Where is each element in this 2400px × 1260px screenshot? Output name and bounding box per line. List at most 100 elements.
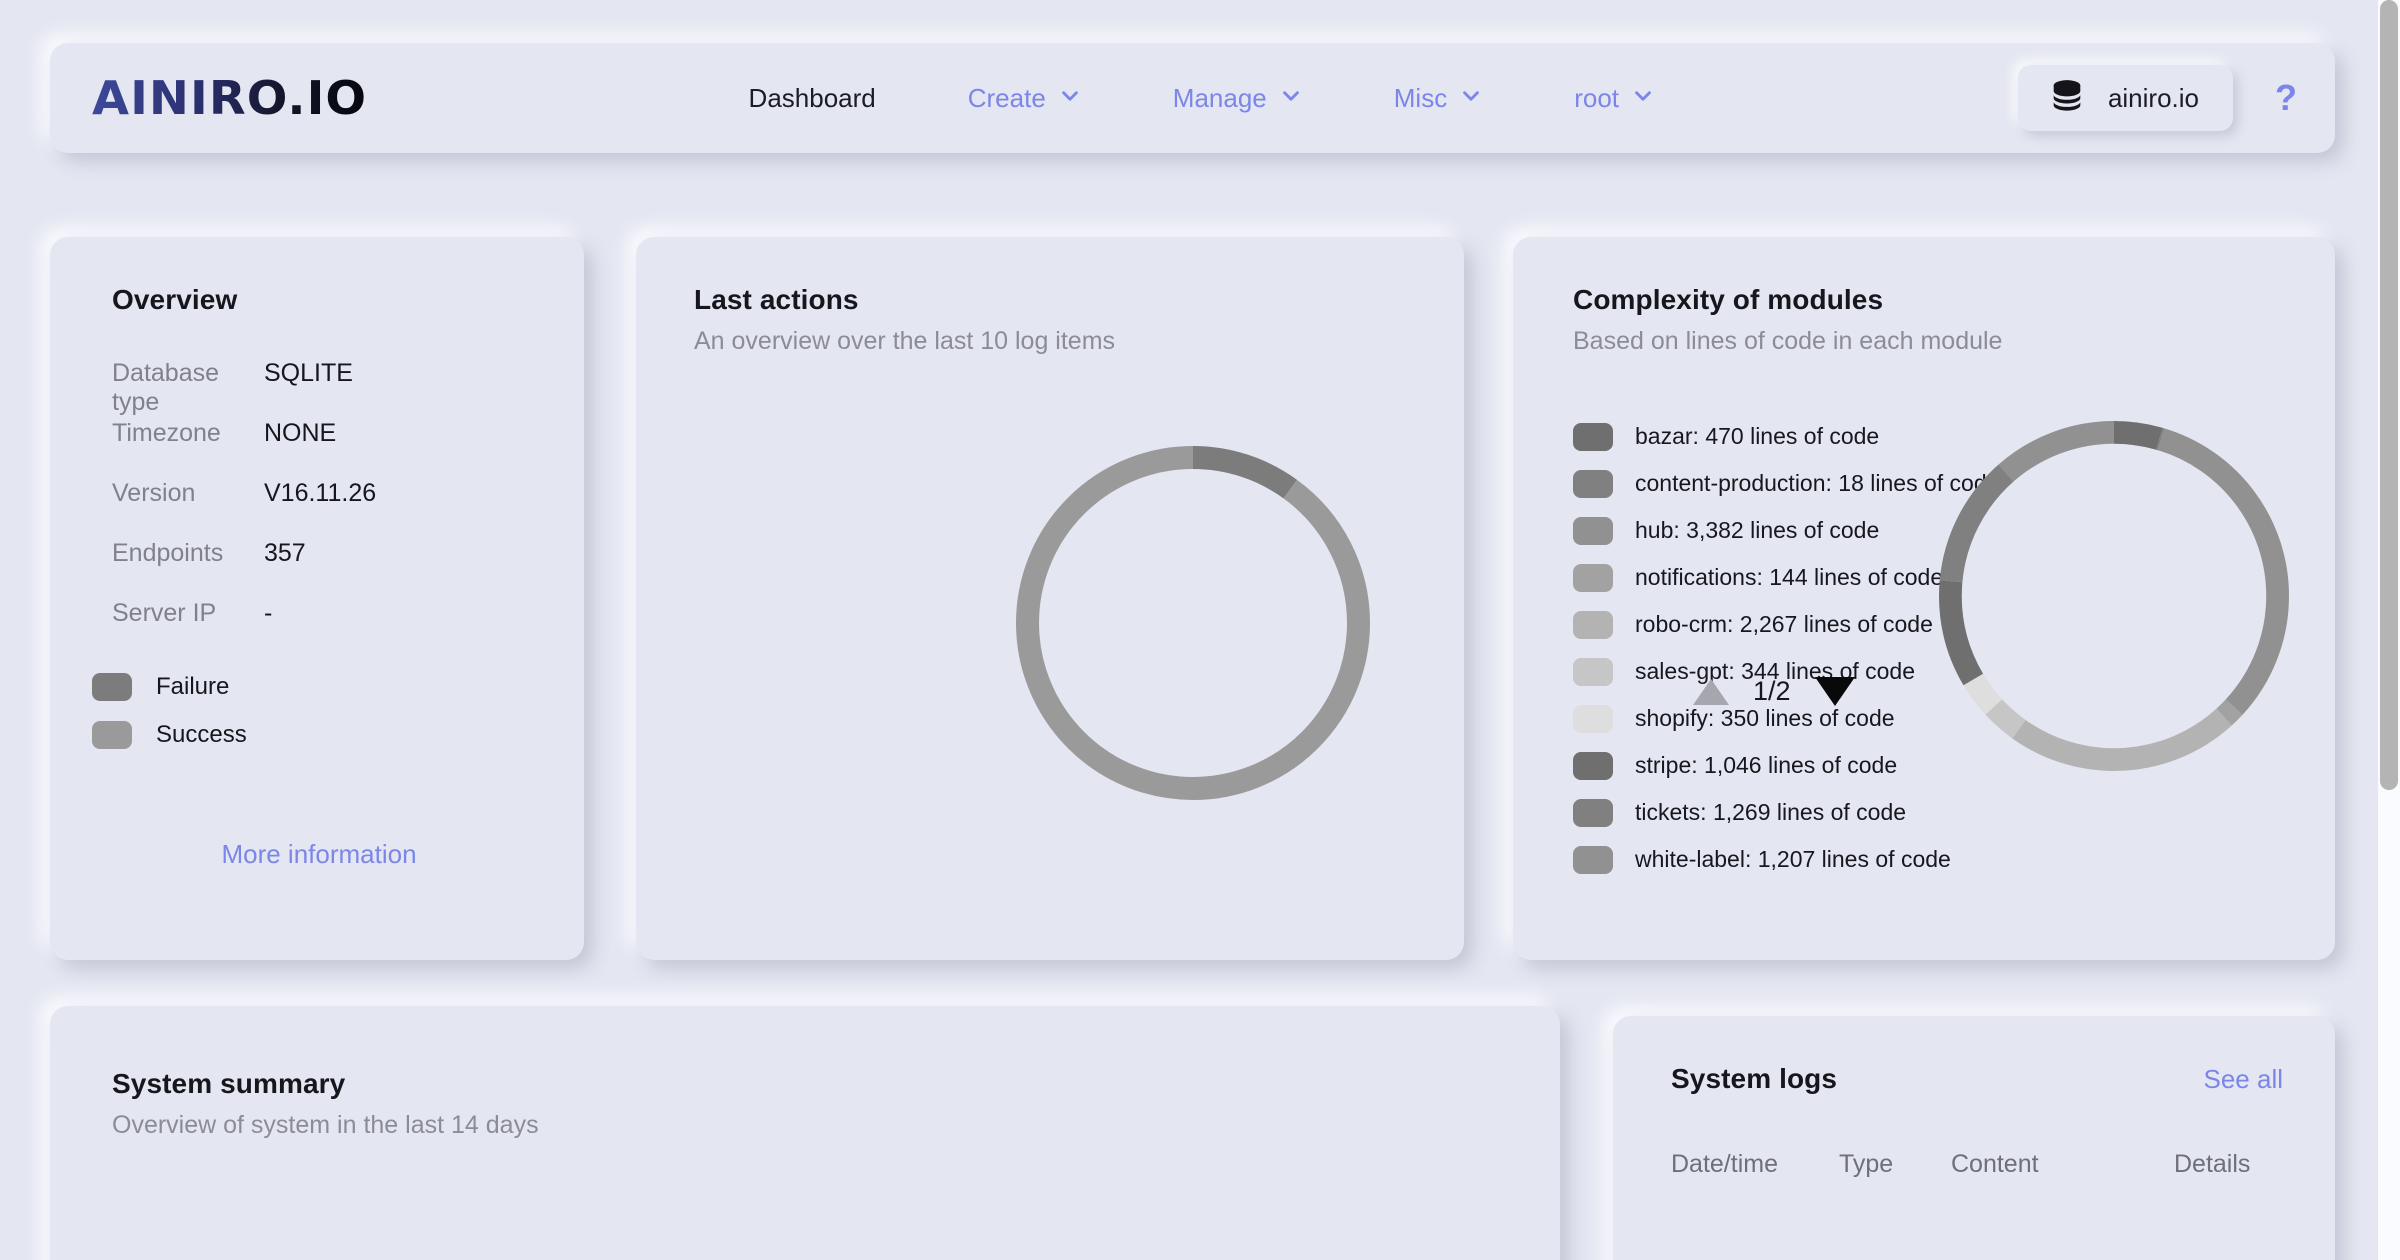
legend-item[interactable]: tickets: 1,269 lines of code — [1573, 789, 1993, 836]
top-navbar: AINIRO.IO Dashboard Create Manage Misc — [50, 43, 2335, 153]
column-header-type[interactable]: Type — [1839, 1150, 1951, 1179]
last-actions-subtitle: An overview over the last 10 log items — [694, 327, 1464, 356]
nav-label-manage: Manage — [1173, 83, 1267, 114]
legend-item[interactable]: Failure — [92, 663, 247, 711]
chevron-down-icon — [1059, 85, 1081, 107]
overview-value: SQLITE — [264, 359, 353, 388]
database-selector-button[interactable]: ainiro.io — [2018, 65, 2233, 131]
legend-item[interactable]: content-production: 18 lines of code — [1573, 460, 1993, 507]
chevron-down-icon — [1632, 85, 1654, 107]
overview-row: Endpoints 357 — [112, 539, 526, 599]
overview-key: Database type — [112, 359, 264, 417]
last-actions-legend: Failure Success — [92, 663, 247, 759]
nav-label-root: root — [1574, 83, 1619, 114]
legend-item[interactable]: notifications: 144 lines of code — [1573, 554, 1993, 601]
last-actions-chart-area: Failure Success — [694, 356, 1464, 916]
chevron-down-icon — [1280, 85, 1302, 107]
nav-item-create[interactable]: Create — [968, 73, 1081, 124]
system-logs-header: System logs See all — [1671, 1063, 2283, 1095]
overview-value: NONE — [264, 419, 336, 448]
legend-swatch — [92, 673, 132, 701]
nav-item-root[interactable]: root — [1574, 73, 1654, 124]
overview-row: Timezone NONE — [112, 419, 526, 479]
complexity-donut-chart[interactable] — [1939, 421, 2289, 771]
last-actions-title: Last actions — [694, 284, 1464, 316]
column-header-datetime[interactable]: Date/time — [1671, 1150, 1839, 1179]
navbar-right-group: ainiro.io ? — [2018, 65, 2297, 131]
overview-card: Overview Database type SQLITE Timezone N… — [50, 237, 584, 960]
legend-item[interactable]: white-label: 1,207 lines of code — [1573, 836, 1993, 883]
legend-label: shopify: 350 lines of code — [1635, 705, 1895, 732]
legend-label: white-label: 1,207 lines of code — [1635, 846, 1951, 873]
overview-row: Version V16.11.26 — [112, 479, 526, 539]
overview-value: - — [264, 599, 272, 628]
system-logs-title: System logs — [1671, 1063, 1837, 1095]
column-header-details[interactable]: Details — [2174, 1150, 2250, 1179]
legend-label: Failure — [156, 673, 229, 701]
overview-row: Database type SQLITE — [112, 359, 526, 419]
system-summary-subtitle: Overview of system in the last 14 days — [112, 1111, 1560, 1140]
legend-swatch — [1573, 423, 1613, 451]
complexity-title: Complexity of modules — [1573, 284, 2335, 316]
complexity-subtitle: Based on lines of code in each module — [1573, 327, 2335, 356]
legend-swatch — [1573, 611, 1613, 639]
complexity-pagination: 1/2 — [1693, 676, 1855, 707]
page-up-icon[interactable] — [1693, 679, 1729, 705]
chevron-down-icon — [1460, 85, 1482, 107]
nav-label-misc: Misc — [1394, 83, 1447, 114]
legend-item[interactable]: Success — [92, 711, 247, 759]
page-viewport: AINIRO.IO Dashboard Create Manage Misc — [0, 0, 2378, 1260]
database-chip-label: ainiro.io — [2108, 83, 2199, 114]
overview-key: Server IP — [112, 599, 264, 628]
ainiro-logo[interactable]: AINIRO.IO — [92, 71, 367, 125]
nav-label-dashboard: Dashboard — [749, 83, 876, 114]
overview-row: Server IP - — [112, 599, 526, 659]
complexity-chart-area: bazar: 470 lines of codecontent-producti… — [1573, 356, 2335, 916]
overview-key: Endpoints — [112, 539, 264, 568]
complexity-of-modules-card: Complexity of modules Based on lines of … — [1513, 237, 2335, 960]
legend-swatch — [92, 721, 132, 749]
nav-item-manage[interactable]: Manage — [1173, 73, 1302, 124]
overview-key: Timezone — [112, 419, 264, 448]
overview-title: Overview — [112, 284, 526, 316]
vertical-scrollbar-track[interactable] — [2378, 0, 2400, 1260]
see-all-link[interactable]: See all — [2204, 1064, 2284, 1095]
more-information-link[interactable]: More information — [221, 839, 416, 870]
legend-swatch — [1573, 799, 1613, 827]
vertical-scrollbar-thumb[interactable] — [2380, 0, 2398, 790]
legend-item[interactable]: robo-crm: 2,267 lines of code — [1573, 601, 1993, 648]
database-icon — [2048, 77, 2086, 120]
legend-item[interactable]: bazar: 470 lines of code — [1573, 413, 1993, 460]
page-down-icon[interactable] — [1815, 677, 1855, 706]
legend-label: tickets: 1,269 lines of code — [1635, 799, 1906, 826]
main-navigation: Dashboard Create Manage Misc — [749, 73, 1654, 124]
legend-swatch — [1573, 705, 1613, 733]
legend-swatch — [1573, 564, 1613, 592]
overview-rows: Database type SQLITE Timezone NONE Versi… — [112, 359, 526, 659]
nav-item-misc[interactable]: Misc — [1394, 73, 1482, 124]
system-summary-card: System summary Overview of system in the… — [50, 1006, 1560, 1260]
system-logs-card: System logs See all Date/time Type Conte… — [1613, 1016, 2335, 1260]
legend-swatch — [1573, 517, 1613, 545]
legend-label: stripe: 1,046 lines of code — [1635, 752, 1897, 779]
legend-swatch — [1573, 752, 1613, 780]
legend-swatch — [1573, 658, 1613, 686]
page-indicator: 1/2 — [1753, 676, 1791, 707]
legend-label: Success — [156, 721, 247, 749]
overview-key: Version — [112, 479, 264, 508]
help-icon[interactable]: ? — [2275, 80, 2297, 116]
nav-item-dashboard[interactable]: Dashboard — [749, 73, 876, 124]
legend-label: hub: 3,382 lines of code — [1635, 517, 1879, 544]
overview-value: V16.11.26 — [264, 479, 376, 508]
overview-value: 357 — [264, 539, 306, 568]
legend-swatch — [1573, 470, 1613, 498]
legend-item[interactable]: stripe: 1,046 lines of code — [1573, 742, 1993, 789]
legend-item[interactable]: hub: 3,382 lines of code — [1573, 507, 1993, 554]
column-header-content[interactable]: Content — [1951, 1150, 2174, 1179]
legend-label: robo-crm: 2,267 lines of code — [1635, 611, 1933, 638]
system-summary-title: System summary — [112, 1068, 1560, 1100]
nav-label-create: Create — [968, 83, 1046, 114]
last-actions-donut-chart[interactable] — [1016, 446, 1370, 800]
donut-segment[interactable] — [1028, 458, 1359, 789]
legend-swatch — [1573, 846, 1613, 874]
